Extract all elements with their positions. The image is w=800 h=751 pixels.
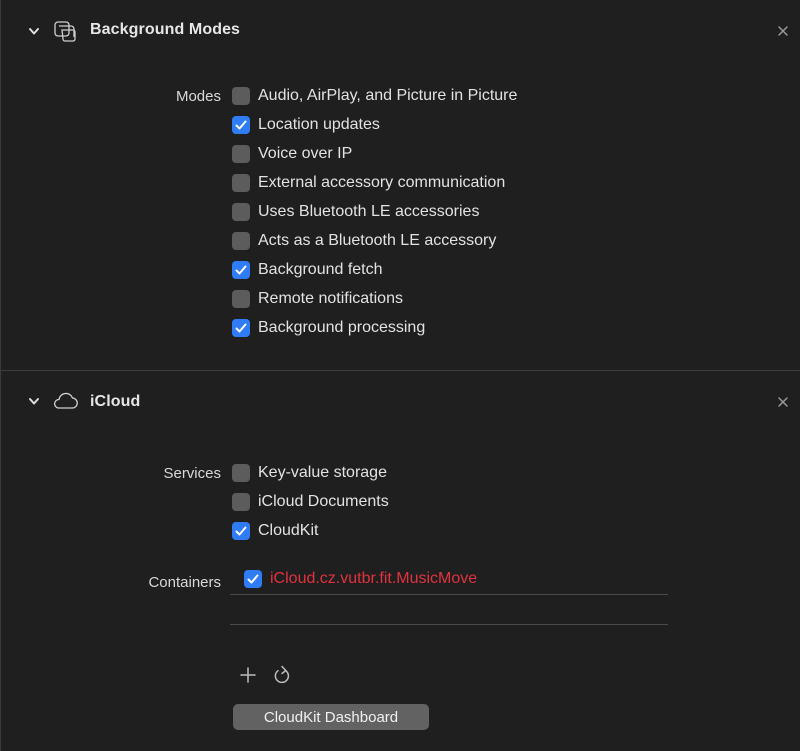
mode-option[interactable]: Background processing	[232, 317, 425, 339]
close-icon[interactable]	[777, 25, 789, 37]
service-checkbox[interactable]	[232, 522, 250, 540]
capabilities-panel: Background Modes Modes Audio, AirPlay, a…	[0, 0, 800, 751]
mode-checkbox[interactable]	[232, 261, 250, 279]
containers-divider	[230, 594, 668, 595]
service-option-label: Key-value storage	[258, 464, 387, 481]
mode-checkbox[interactable]	[232, 87, 250, 105]
service-option-label: iCloud Documents	[258, 493, 389, 510]
mode-option[interactable]: Remote notifications	[232, 288, 403, 310]
mode-option-label: Acts as a Bluetooth LE accessory	[258, 232, 497, 249]
cloudkit-dashboard-button[interactable]: CloudKit Dashboard	[233, 704, 429, 730]
mode-checkbox[interactable]	[232, 203, 250, 221]
service-checkbox[interactable]	[232, 464, 250, 482]
mode-checkbox[interactable]	[232, 116, 250, 134]
mode-option[interactable]: External accessory communication	[232, 172, 505, 194]
container-id-label: iCloud.cz.vutbr.fit.MusicMove	[270, 570, 478, 587]
mode-option[interactable]: Acts as a Bluetooth LE accessory	[232, 230, 496, 252]
modes-label: Modes	[175, 88, 221, 105]
mode-option-label: External accessory communication	[258, 174, 506, 191]
container-checkbox[interactable]	[244, 570, 262, 588]
background-modes-section: Background Modes Modes Audio, AirPlay, a…	[1, 0, 800, 370]
mode-option[interactable]: Audio, AirPlay, and Picture in Picture	[232, 85, 517, 107]
mode-option[interactable]: Uses Bluetooth LE accessories	[232, 201, 479, 223]
mode-option[interactable]: Voice over IP	[232, 143, 352, 165]
mode-checkbox[interactable]	[232, 145, 250, 163]
icloud-section: iCloud Services Key-value storage iCloud …	[1, 370, 800, 751]
mode-checkbox[interactable]	[232, 232, 250, 250]
mode-option-label: Background fetch	[258, 261, 383, 278]
mode-option-label: Audio, AirPlay, and Picture in Picture	[258, 87, 518, 104]
service-option-label: CloudKit	[258, 522, 319, 539]
service-checkbox[interactable]	[232, 493, 250, 511]
mode-checkbox[interactable]	[232, 290, 250, 308]
containers-label: Containers	[148, 574, 221, 591]
chevron-down-icon[interactable]	[27, 394, 41, 408]
containers-bottom-divider	[230, 624, 668, 625]
cloud-icon	[53, 392, 78, 409]
service-option[interactable]: CloudKit	[232, 520, 318, 542]
background-modes-header[interactable]: Background Modes	[1, 0, 800, 60]
mode-option[interactable]: Location updates	[232, 114, 380, 136]
plus-icon[interactable]	[238, 665, 258, 685]
mode-option-label: Voice over IP	[258, 145, 353, 162]
mode-option-label: Uses Bluetooth LE accessories	[258, 203, 480, 220]
icloud-header[interactable]: iCloud	[1, 371, 800, 431]
stacked-windows-icon	[54, 21, 76, 42]
mode-checkbox[interactable]	[232, 174, 250, 192]
service-option[interactable]: Key-value storage	[232, 462, 387, 484]
mode-option-label: Background processing	[258, 319, 426, 336]
refresh-icon[interactable]	[272, 664, 292, 686]
service-option[interactable]: iCloud Documents	[232, 491, 389, 513]
mode-option-label: Location updates	[258, 116, 380, 133]
icloud-title: iCloud	[90, 393, 141, 410]
chevron-down-icon[interactable]	[27, 24, 41, 38]
background-modes-title: Background Modes	[90, 21, 241, 38]
mode-option-label: Remote notifications	[258, 290, 403, 307]
mode-checkbox[interactable]	[232, 319, 250, 337]
mode-option[interactable]: Background fetch	[232, 259, 383, 281]
services-label: Services	[163, 465, 221, 482]
container-item[interactable]: iCloud.cz.vutbr.fit.MusicMove	[244, 568, 477, 590]
close-icon[interactable]	[777, 396, 789, 408]
